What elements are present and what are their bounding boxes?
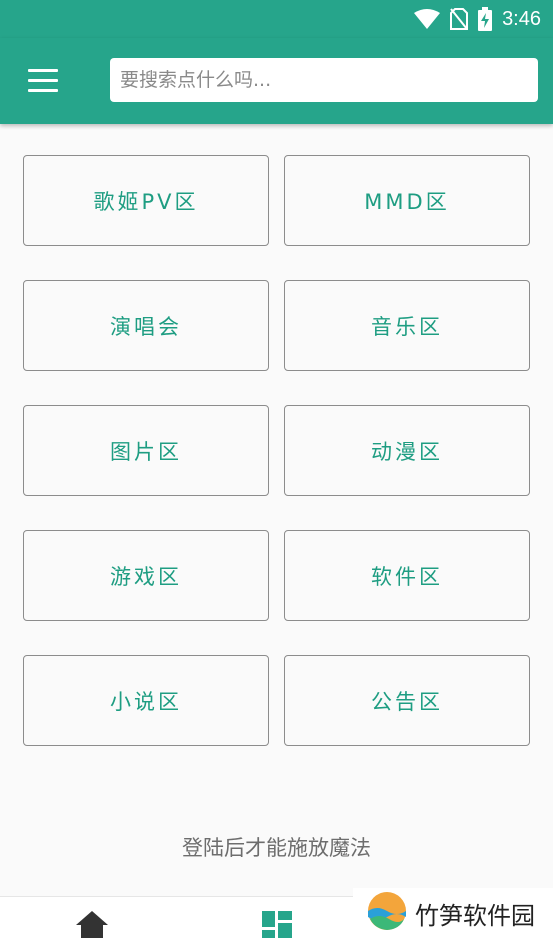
status-bar: 3:46 bbox=[0, 0, 553, 38]
category-button-mmd[interactable]: MMD区 bbox=[284, 155, 530, 246]
category-button-images[interactable]: 图片区 bbox=[23, 405, 269, 496]
category-button-anime[interactable]: 动漫区 bbox=[284, 405, 530, 496]
search-input[interactable] bbox=[110, 58, 538, 102]
app-bar bbox=[0, 38, 553, 124]
hamburger-menu-icon[interactable] bbox=[18, 58, 66, 102]
category-button-software[interactable]: 软件区 bbox=[284, 530, 530, 621]
dashboard-icon[interactable] bbox=[262, 911, 292, 938]
watermark-text: 竹笋软件园 bbox=[415, 901, 535, 930]
category-button-vocaloid-pv[interactable]: 歌姬PV区 bbox=[23, 155, 269, 246]
no-sim-icon bbox=[450, 8, 469, 30]
login-hint-text: 登陆后才能施放魔法 bbox=[182, 836, 371, 860]
category-button-music[interactable]: 音乐区 bbox=[284, 280, 530, 371]
watermark: 竹笋软件园 bbox=[353, 888, 553, 938]
status-time: 3:46 bbox=[502, 7, 541, 30]
home-icon[interactable] bbox=[76, 911, 108, 938]
logo-icon bbox=[367, 891, 407, 935]
category-button-concert[interactable]: 演唱会 bbox=[23, 280, 269, 371]
category-button-announcements[interactable]: 公告区 bbox=[284, 655, 530, 746]
wifi-icon bbox=[414, 9, 441, 29]
category-button-novels[interactable]: 小说区 bbox=[23, 655, 269, 746]
category-grid: 歌姬PV区 MMD区 演唱会 音乐区 图片区 动漫区 游戏区 软件区 小说区 公… bbox=[23, 155, 530, 746]
battery-charging-icon bbox=[478, 7, 493, 31]
category-button-games[interactable]: 游戏区 bbox=[23, 530, 269, 621]
